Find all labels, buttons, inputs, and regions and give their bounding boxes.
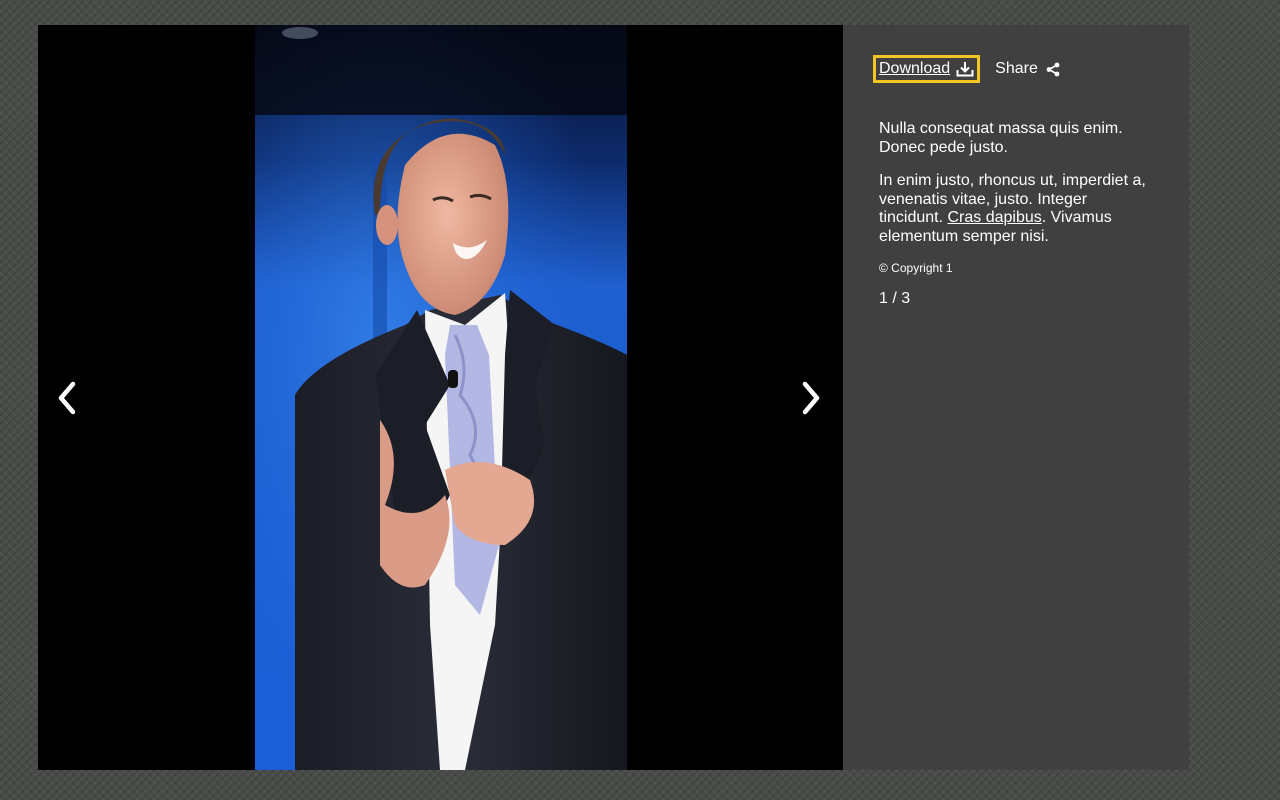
image-info-sidebar: Download Share Nulla consequat massa qui…: [843, 25, 1189, 770]
next-image-button[interactable]: [793, 380, 829, 416]
download-label: Download: [879, 60, 951, 77]
image-counter: 1 / 3: [879, 290, 911, 307]
caption-link[interactable]: Cras dapibus: [947, 209, 1041, 226]
caption-paragraph: Nulla consequat massa quis enim. Donec p…: [879, 120, 1123, 156]
chevron-left-icon: [58, 381, 76, 415]
download-button[interactable]: Download: [873, 55, 981, 83]
share-icon: [1046, 62, 1060, 76]
share-label: Share: [995, 60, 1038, 77]
image-actions: Download Share: [873, 55, 1155, 83]
gallery-photo: [255, 25, 627, 770]
download-icon: [956, 62, 974, 77]
copyright-notice: © Copyright 1: [879, 261, 953, 275]
image-caption: Nulla consequat massa quis enim. Donec p…: [879, 120, 1155, 246]
previous-image-button[interactable]: [49, 380, 85, 416]
image-lightbox: Download Share Nulla consequat massa qui…: [38, 25, 1189, 770]
chevron-right-icon: [802, 381, 820, 415]
image-stage: [38, 25, 843, 770]
share-button[interactable]: Share: [995, 60, 1060, 78]
caption-paragraph: In enim justo, rhoncus ut, imperdiet a, …: [879, 172, 1155, 246]
